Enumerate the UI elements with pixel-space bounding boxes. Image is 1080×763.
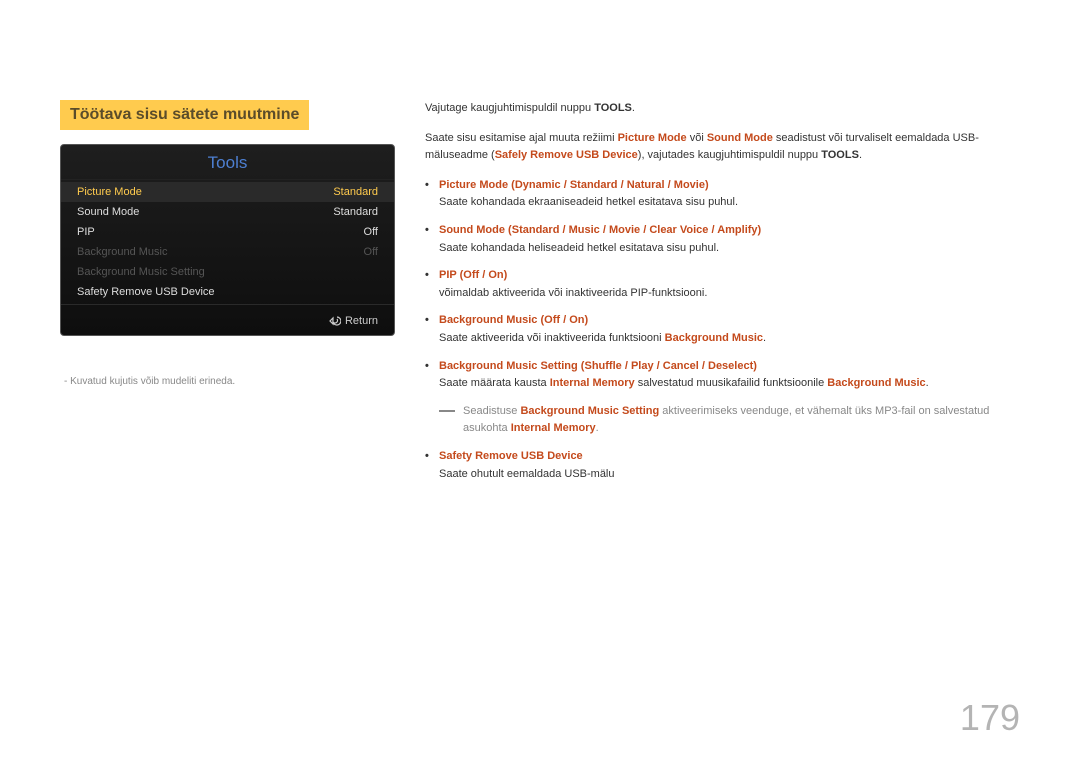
tools-row-value: Standard (333, 206, 378, 218)
bullet-sound-mode: Sound Mode (Standard / Music / Movie / C… (425, 222, 1020, 257)
bullet-pip: PIP (Off / On) võimaldab aktiveerida või… (425, 267, 1020, 302)
tools-row-value: Standard (333, 186, 378, 198)
tools-row[interactable]: Background Music Off (61, 242, 394, 262)
return-icon (329, 315, 341, 327)
tools-list: Picture Mode Standard Sound Mode Standard PI… (61, 180, 394, 304)
tools-row-label: Background Music Setting (77, 266, 205, 278)
tools-header: Tools (61, 145, 394, 180)
tools-row[interactable]: PIP Off (61, 222, 394, 242)
bullet-picture-mode: Picture Mode (Dynamic / Standard / Natur… (425, 177, 1020, 212)
dash-icon (439, 410, 455, 412)
page-number: 179 (960, 697, 1020, 739)
return-label: Return (345, 315, 378, 327)
footnote: - Kuvatud kujutis võib mudeliti erineda. (60, 376, 395, 387)
tools-row-value: Off (364, 246, 378, 258)
tools-footer: Return (61, 304, 394, 335)
tools-row-label: PIP (77, 226, 95, 238)
tools-row-label: Safety Remove USB Device (77, 286, 215, 298)
note-text: Seadistuse Background Music Setting akti… (463, 403, 1020, 438)
tools-row-value: Off (364, 226, 378, 238)
bullet-safety-remove: Safety Remove USB Device Saate ohutult e… (425, 448, 1020, 483)
intro-line-1: Vajutage kaugjuhtimispuldil nuppu TOOLS. (425, 100, 1020, 118)
bullet-list-2: Safety Remove USB Device Saate ohutult e… (425, 448, 1020, 483)
tools-row[interactable]: Sound Mode Standard (61, 202, 394, 222)
tools-panel: Tools Picture Mode Standard Sound Mode Stan… (60, 144, 395, 336)
note-row: Seadistuse Background Music Setting akti… (439, 403, 1020, 438)
tools-row[interactable]: Background Music Setting (61, 262, 394, 282)
section-heading: Töötava sisu sätete muutmine (60, 100, 309, 130)
tools-row[interactable]: Picture Mode Standard (61, 182, 394, 202)
tools-row-label: Picture Mode (77, 186, 142, 198)
bullet-background-music-setting: Background Music Setting (Shuffle / Play… (425, 358, 1020, 393)
intro-line-2: Saate sisu esitamise ajal muuta režiimi … (425, 130, 1020, 165)
tools-row-label: Background Music (77, 246, 168, 258)
tools-row-label: Sound Mode (77, 206, 139, 218)
bullet-background-music: Background Music (Off / On) Saate aktive… (425, 312, 1020, 347)
bullet-list: Picture Mode (Dynamic / Standard / Natur… (425, 177, 1020, 393)
tools-row[interactable]: Safety Remove USB Device (61, 282, 394, 302)
